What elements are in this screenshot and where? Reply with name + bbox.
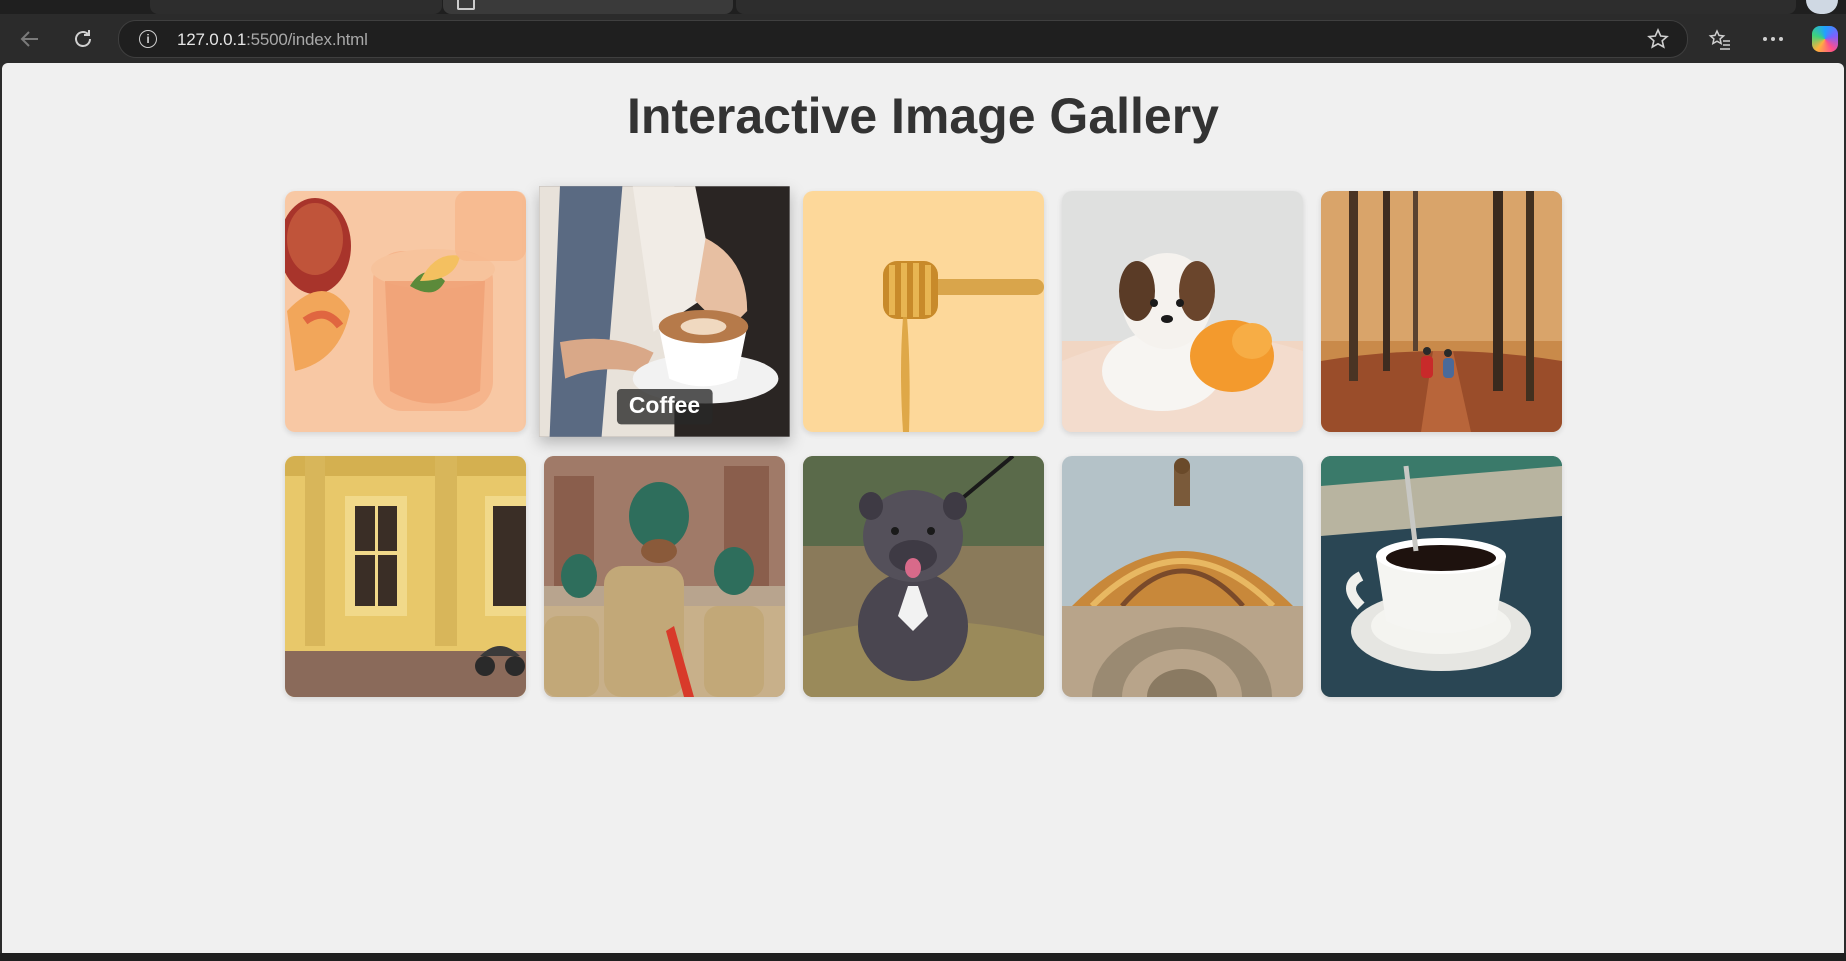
- tab-strip: [0, 0, 1846, 14]
- reload-button[interactable]: [66, 24, 100, 54]
- profile-icon[interactable]: [1806, 0, 1838, 14]
- browser-toolbar: i 127.0.0.1:5500/index.html: [0, 14, 1846, 63]
- tab-inactive-right[interactable]: [736, 0, 1796, 14]
- gallery-image-honey-dipper[interactable]: [803, 191, 1044, 432]
- gallery-image-coffee[interactable]: Coffee: [539, 186, 790, 437]
- tab-active[interactable]: [443, 0, 733, 14]
- arrow-left-icon: [20, 31, 38, 47]
- favorites-list-icon: [1708, 29, 1730, 50]
- tab-inactive-left[interactable]: [150, 0, 442, 14]
- gallery-image-dome[interactable]: [1062, 456, 1303, 697]
- gallery-image-yellow-building[interactable]: [285, 456, 526, 697]
- gallery-image-autumn-forest[interactable]: [1321, 191, 1562, 432]
- page-title: Interactive Image Gallery: [627, 88, 1219, 144]
- back-button[interactable]: [13, 24, 47, 54]
- reload-icon: [75, 30, 91, 47]
- copilot-icon[interactable]: [1812, 26, 1838, 52]
- window-bottom-edge: [0, 953, 1846, 961]
- image-caption: Coffee: [616, 388, 713, 425]
- page-icon: [457, 0, 475, 10]
- more-menu-button[interactable]: [1756, 24, 1790, 54]
- url-text[interactable]: 127.0.0.1:5500/index.html: [177, 30, 368, 50]
- gallery-image-espresso[interactable]: [1321, 456, 1562, 697]
- gallery-image-peach-drink[interactable]: [285, 191, 526, 432]
- url-host: 127.0.0.1: [177, 30, 247, 49]
- favorite-star-icon[interactable]: [1647, 28, 1669, 55]
- page-viewport: Interactive Image Gallery Coffee: [2, 63, 1844, 953]
- gallery-image-puppy[interactable]: [1062, 191, 1303, 432]
- ellipsis-icon: [1763, 37, 1783, 41]
- favorites-button[interactable]: [1703, 24, 1737, 54]
- gallery-image-bulldog[interactable]: [803, 456, 1044, 697]
- address-bar[interactable]: i 127.0.0.1:5500/index.html: [118, 20, 1688, 58]
- gallery-image-guards[interactable]: [544, 456, 785, 697]
- site-info-icon[interactable]: i: [139, 30, 157, 48]
- url-path: :5500/index.html: [246, 30, 368, 49]
